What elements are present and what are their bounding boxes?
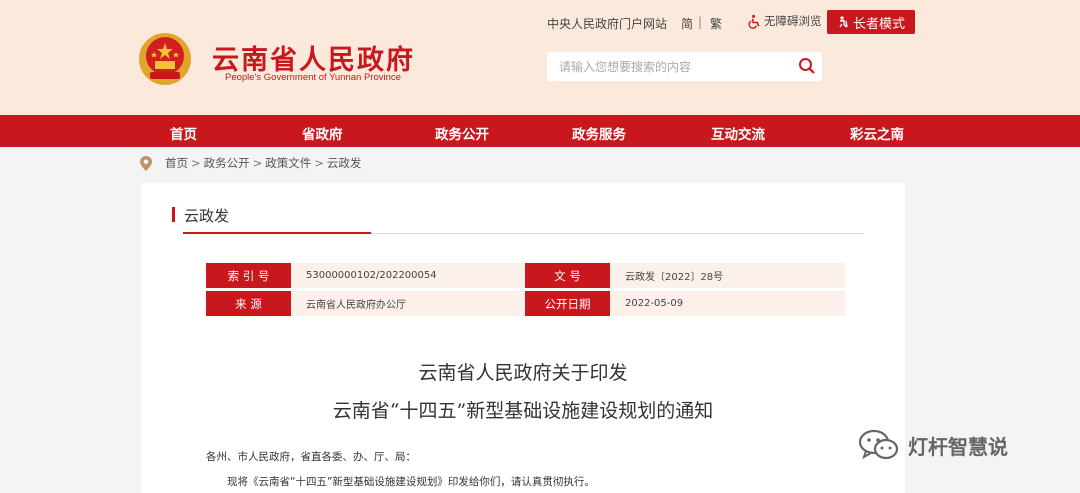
nav-item-colorful-yunnan[interactable]: 彩云之南 — [850, 123, 904, 143]
elder-mode-button[interactable]: 长者模式 — [827, 10, 915, 34]
document-title-line-1: 云南省人民政府关于印发 — [418, 362, 628, 384]
breadcrumb-separator: > — [252, 156, 263, 170]
breadcrumb: 首页 > 政务公开 > 政策文件 > 云政发 — [140, 155, 361, 171]
section-underline — [183, 232, 371, 234]
breadcrumb-separator: > — [314, 156, 324, 170]
meta-source-value: 云南省人民政府办公厅 — [291, 291, 525, 316]
watermark-text: 灯杆智慧说 — [908, 434, 1008, 459]
breadcrumb-home[interactable]: 首页 — [165, 155, 188, 171]
nav-item-interaction[interactable]: 互动交流 — [711, 123, 765, 143]
meta-doc-no-label: 文 号 — [525, 263, 610, 288]
document-salutation: 各州、市人民政府，省直各委、办、厅、局： — [206, 451, 416, 463]
main-nav: 首页 省政府 政务公开 政务服务 互动交流 彩云之南 — [0, 115, 1080, 147]
nav-item-gov-affairs-open[interactable]: 政务公开 — [435, 123, 489, 143]
document-title-line-2: 云南省“十四五”新型基础设施建设规划的通知 — [332, 400, 714, 422]
meta-doc-no-value: 云政发〔2022〕28号 — [610, 263, 845, 288]
lang-divider: | — [698, 15, 703, 29]
search-icon[interactable] — [798, 57, 816, 75]
breadcrumb-gov-affairs[interactable]: 政务公开 — [204, 155, 250, 171]
document-paragraph: 现将《云南省“十四五”新型基础设施建设规划》印发给你们，请认真贯彻执行。 — [227, 476, 595, 488]
search-box[interactable]: 请输入您想要搜索的内容 — [547, 52, 822, 81]
breadcrumb-separator: > — [191, 156, 201, 170]
site-header: 云南省人民政府 People's Government of Yunnan Pr… — [0, 0, 1080, 115]
accessibility-link[interactable]: 无障碍浏览 — [747, 13, 822, 29]
elder-person-icon — [839, 16, 848, 28]
wechat-icon — [858, 429, 899, 460]
meta-date-value: 2022-05-09 — [610, 291, 845, 316]
search-input[interactable]: 请输入您想要搜索的内容 — [559, 58, 691, 75]
central-portal-link[interactable]: 中央人民政府门户网站 — [547, 15, 667, 32]
traditional-chinese-link[interactable]: 繁 — [710, 15, 722, 32]
nav-item-gov-services[interactable]: 政务服务 — [572, 123, 626, 143]
accessibility-label: 无障碍浏览 — [764, 14, 822, 28]
location-pin-icon — [140, 155, 152, 171]
breadcrumb-current[interactable]: 云政发 — [327, 155, 362, 171]
meta-source-label: 来 源 — [206, 291, 291, 316]
nav-item-provincial-gov[interactable]: 省政府 — [302, 123, 343, 143]
wechat-watermark: 灯杆智慧说 — [858, 428, 1008, 462]
content-panel: 云政发 索 引 号 53000000102/202200054 文 号 云政发〔… — [141, 183, 905, 493]
national-emblem-icon — [139, 33, 191, 85]
site-subtitle: People's Government of Yunnan Province — [225, 72, 401, 83]
section-title: 云政发 — [171, 207, 230, 225]
meta-index-label: 索 引 号 — [206, 263, 291, 288]
meta-index-value: 53000000102/202200054 — [291, 263, 525, 288]
breadcrumb-policy-docs[interactable]: 政策文件 — [265, 155, 311, 171]
simplified-chinese-link[interactable]: 简 — [681, 15, 693, 32]
elder-mode-label: 长者模式 — [852, 16, 905, 32]
meta-date-label: 公开日期 — [525, 291, 610, 316]
nav-item-home[interactable]: 首页 — [170, 123, 197, 143]
document-meta-table: 索 引 号 53000000102/202200054 文 号 云政发〔2022… — [206, 263, 845, 316]
wheelchair-icon — [748, 14, 760, 29]
